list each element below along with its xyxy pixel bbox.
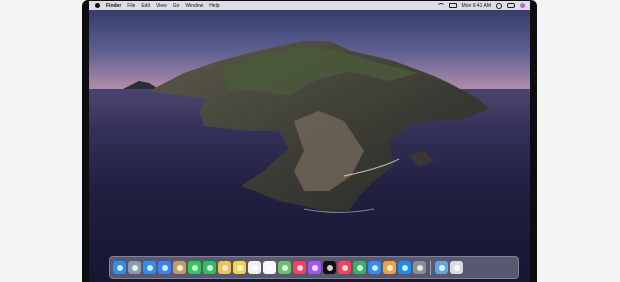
finder-glyph [116, 264, 123, 271]
tv-glyph [326, 264, 333, 271]
contacts-icon[interactable] [173, 261, 186, 274]
maps-glyph [281, 264, 288, 271]
menu-file[interactable]: File [127, 3, 135, 9]
menu-edit[interactable]: Edit [141, 3, 150, 9]
calendar-icon[interactable] [248, 261, 261, 274]
clock[interactable]: Mon 9:41 AM [462, 3, 491, 9]
pages-icon[interactable] [383, 261, 396, 274]
music-glyph [296, 264, 303, 271]
messages-icon[interactable] [188, 261, 201, 274]
podcasts-glyph [311, 264, 318, 271]
apple-icon[interactable] [95, 3, 100, 8]
safari-glyph [146, 264, 153, 271]
system-preferences-glyph [416, 264, 423, 271]
catalina-wallpaper [89, 41, 530, 282]
dock-separator [430, 260, 431, 275]
contacts-glyph [176, 264, 183, 271]
maps-icon[interactable] [278, 261, 291, 274]
menu-view[interactable]: View [156, 3, 167, 9]
menu-help[interactable]: Help [209, 3, 219, 9]
pages-glyph [386, 264, 393, 271]
messages-glyph [191, 264, 198, 271]
mail-icon[interactable] [158, 261, 171, 274]
notes-glyph [236, 264, 243, 271]
launchpad-glyph [131, 264, 138, 271]
news-glyph [341, 264, 348, 271]
safari-icon[interactable] [143, 261, 156, 274]
podcasts-icon[interactable] [308, 261, 321, 274]
reminders-glyph [266, 264, 273, 271]
menu-bar: Finder File Edit View Go Window Help Mon… [89, 1, 530, 10]
trash-icon[interactable] [450, 261, 463, 274]
finder-icon[interactable] [113, 261, 126, 274]
numbers-icon[interactable] [353, 261, 366, 274]
menu-window[interactable]: Window [185, 3, 203, 9]
keynote-glyph [371, 264, 378, 271]
siri-icon[interactable] [520, 3, 525, 8]
notes-icon[interactable] [233, 261, 246, 274]
reminders-icon[interactable] [263, 261, 276, 274]
battery-icon[interactable] [448, 3, 457, 8]
wifi-icon[interactable] [437, 3, 444, 8]
control-center-icon[interactable] [507, 3, 515, 8]
photos-glyph [221, 264, 228, 271]
downloads-folder-icon[interactable] [435, 261, 448, 274]
mail-glyph [161, 264, 168, 271]
music-icon[interactable] [293, 261, 306, 274]
menu-go[interactable]: Go [173, 3, 180, 9]
facetime-glyph [206, 264, 213, 271]
dock [109, 256, 519, 279]
keynote-icon[interactable] [368, 261, 381, 274]
tv-icon[interactable] [323, 261, 336, 274]
calendar-glyph [251, 264, 258, 271]
app-store-icon[interactable] [398, 261, 411, 274]
app-store-glyph [401, 264, 408, 271]
menu-app-name[interactable]: Finder [106, 3, 121, 9]
trash-glyph [453, 264, 460, 271]
numbers-glyph [356, 264, 363, 271]
downloads-folder-glyph [438, 264, 445, 271]
spotlight-search-icon[interactable] [496, 2, 502, 9]
news-icon[interactable] [338, 261, 351, 274]
desktop[interactable]: Finder File Edit View Go Window Help Mon… [89, 1, 530, 282]
system-preferences-icon[interactable] [413, 261, 426, 274]
facetime-icon[interactable] [203, 261, 216, 274]
photos-icon[interactable] [218, 261, 231, 274]
launchpad-icon[interactable] [128, 261, 141, 274]
